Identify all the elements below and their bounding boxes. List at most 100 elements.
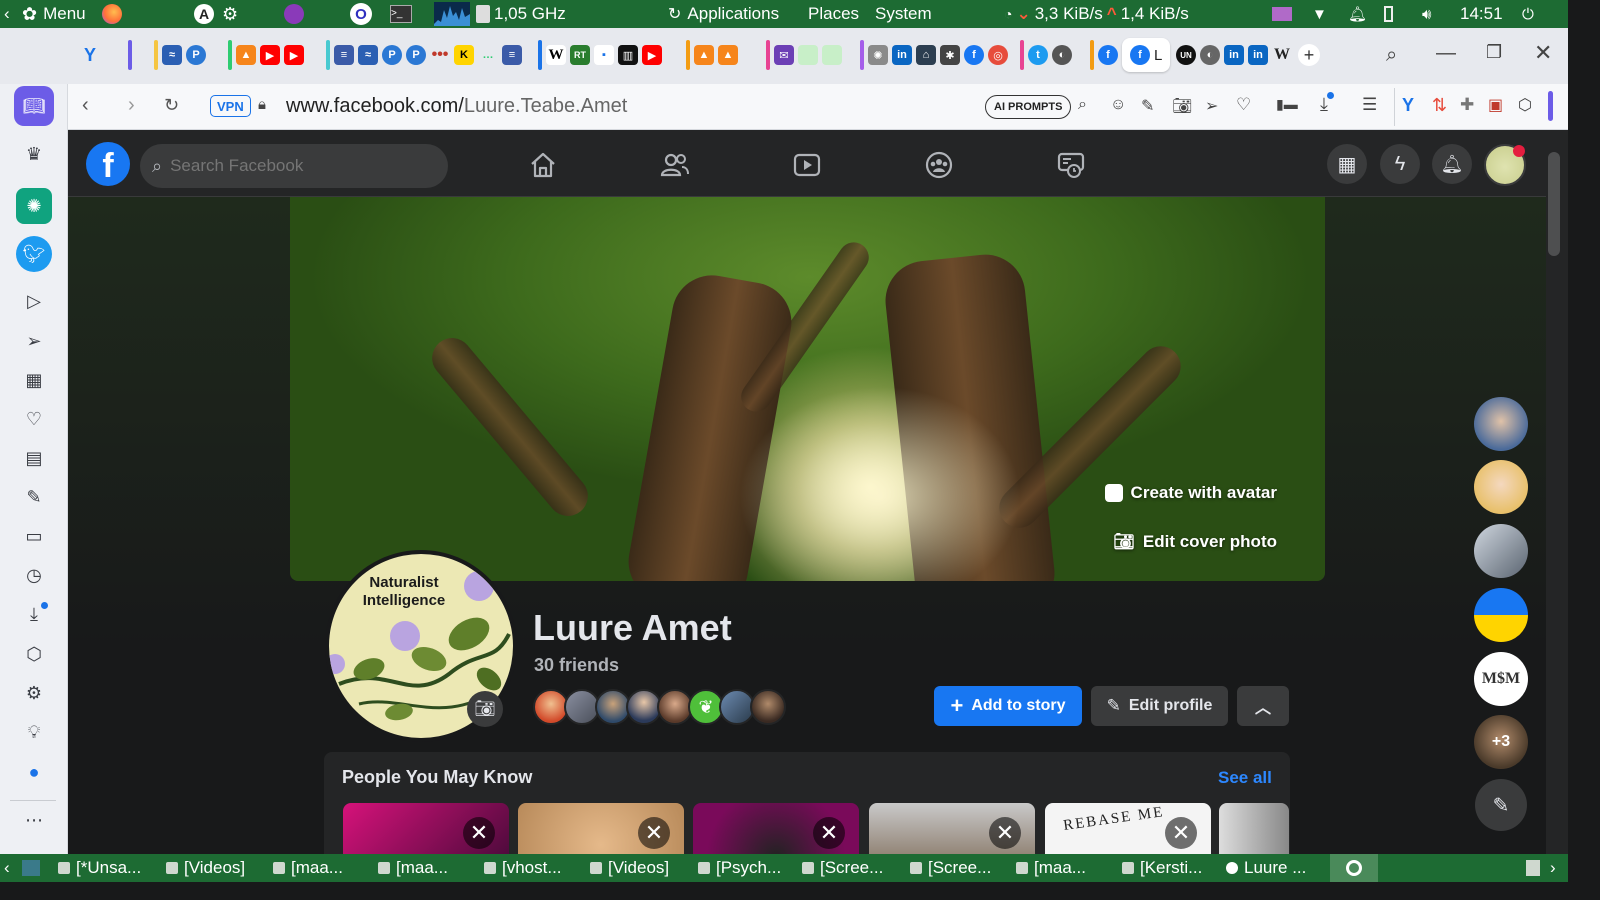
launcher-a-icon[interactable]: A [194, 0, 214, 28]
groups-icon[interactable] [924, 150, 954, 180]
tab-icon[interactable] [822, 45, 842, 65]
chatgpt-icon[interactable]: ✺ [16, 188, 52, 224]
add-to-story-button[interactable]: + Add to story [934, 686, 1082, 726]
tab-group-5[interactable]: ≡ ≈ P P ••• K … ≡ [326, 36, 522, 74]
tab-icon[interactable]: … [478, 45, 498, 65]
facebook-tab-icon[interactable]: f [964, 45, 984, 65]
see-all-link[interactable]: See all [1218, 768, 1272, 788]
friends-icon[interactable] [660, 150, 690, 180]
taskbar-item[interactable]: [maa... [1016, 854, 1086, 882]
news-icon[interactable]: ▤ [20, 444, 48, 472]
sidebar-toggle[interactable] [1548, 91, 1553, 121]
collapse-suggestions-button[interactable]: ︿ [1237, 686, 1289, 726]
youtube-tab-icon[interactable]: ▶ [260, 45, 280, 65]
player-icon[interactable]: ▷ [20, 287, 48, 315]
notification-bell-icon[interactable]: 🔔︎ [1348, 0, 1367, 28]
edit-cover-photo-button[interactable]: 📷︎ Edit cover photo [1113, 532, 1277, 552]
network-manager-icon[interactable]: ▼ [1312, 0, 1327, 28]
send-icon[interactable]: ➢ [20, 327, 48, 355]
taskbar-item[interactable]: [vhost... [484, 854, 562, 882]
menu-grid-button[interactable]: ▦ [1327, 144, 1367, 184]
gaming-icon[interactable] [1056, 150, 1086, 180]
extensions-cube-icon[interactable]: ⬡ [1518, 95, 1532, 115]
panel-left-arrow[interactable]: ‹ [4, 0, 10, 28]
close-window-icon[interactable]: ✕ [1534, 40, 1552, 66]
tab-icon[interactable]: ◐ [1200, 45, 1220, 65]
tab-icon[interactable]: P [186, 45, 206, 65]
url-field[interactable]: www.facebook.com/Luure.Teabe.Amet [286, 95, 627, 118]
restore-window-icon[interactable]: ❐ [1486, 42, 1502, 63]
contact-avatar[interactable]: M$M [1474, 652, 1528, 706]
taskbar-left-arrow[interactable]: ‹ [4, 854, 10, 882]
dismiss-close-icon[interactable]: ✕ [813, 817, 845, 849]
taskbar-item-active[interactable]: Luure ... [1226, 854, 1306, 882]
taskbar-item[interactable]: [Scree... [910, 854, 991, 882]
tab-group-3[interactable]: ≈ P [154, 36, 206, 74]
tab-group-4[interactable]: ▲ ▶ ▶ [228, 36, 304, 74]
pymk-person-card[interactable]: ✕ [693, 803, 859, 854]
tab-icon[interactable]: P [406, 45, 426, 65]
lock-icon[interactable]: 🔒︎ [258, 96, 266, 113]
linkedin-tab-icon[interactable]: in [1248, 45, 1268, 65]
back-icon[interactable]: ‹ [82, 94, 89, 117]
yandex-tab-icon[interactable]: Y [80, 45, 100, 65]
tab-icon[interactable]: ≈ [358, 45, 378, 65]
tab-icon[interactable]: K [454, 45, 474, 65]
tab-icon[interactable]: P [382, 45, 402, 65]
create-with-avatar-button[interactable]: Create with avatar [1104, 483, 1277, 503]
scrollbar-thumb[interactable] [1548, 152, 1560, 256]
twitter-icon[interactable]: 🐦︎ [16, 236, 52, 272]
tab-icon[interactable]: ⌂ [916, 45, 936, 65]
system-menu[interactable]: System [875, 0, 932, 28]
wikipedia-tab-icon[interactable]: W [1272, 45, 1292, 65]
battery-icon[interactable] [1384, 0, 1393, 28]
metamask-tab-icon[interactable]: ▲ [694, 45, 714, 65]
dismiss-close-icon[interactable]: ✕ [638, 817, 670, 849]
pymk-person-card[interactable]: REBASE ME ✕ [1045, 803, 1211, 854]
chat-bubble-icon[interactable]: ● [20, 758, 48, 786]
extension-icon[interactable]: ▣ [1488, 95, 1503, 115]
system-monitor-icon[interactable] [1272, 0, 1292, 28]
tab-group-11[interactable]: f f L [1090, 36, 1171, 74]
dismiss-close-icon[interactable]: ✕ [989, 817, 1021, 849]
dismiss-close-icon[interactable]: ✕ [1165, 817, 1197, 849]
minimize-window-icon[interactable]: — [1436, 42, 1456, 65]
twitter-tab-icon[interactable]: t [1028, 45, 1048, 65]
applications-menu[interactable]: ↻ Applications [668, 0, 779, 28]
network-speed-applet[interactable]: ◔ ⌄ 3,3 KiB/s ^ 1,4 KiB/s [1004, 0, 1189, 28]
tab-group-9[interactable]: ✺ in ⌂ ✱ f ◎ [860, 36, 1008, 74]
youtube-tab-icon[interactable]: ▶ [284, 45, 304, 65]
lightbulb-icon[interactable]: 💡︎ [20, 718, 48, 746]
taskbar-item[interactable]: [Scree... [802, 854, 883, 882]
forward-icon[interactable]: › [128, 94, 135, 117]
tab-icon[interactable]: ≈ [162, 45, 182, 65]
bookmark-heart-icon[interactable]: ♡ [1236, 95, 1251, 115]
tabs-icon[interactable]: ▭ [20, 522, 48, 550]
more-contacts-button[interactable]: +3 [1474, 715, 1528, 769]
tab-group-6[interactable]: W RT ▪ ▥ ▶ [538, 36, 662, 74]
search-page-icon[interactable]: ⌕ [1078, 96, 1087, 114]
pinboard-icon[interactable]: ✎ [20, 483, 48, 511]
page-scrollbar[interactable] [1546, 130, 1568, 854]
tab-icon[interactable] [798, 45, 818, 65]
youtube-tab-icon[interactable]: ▶ [642, 45, 662, 65]
tab-group-8[interactable]: ✉ [766, 36, 842, 74]
settings-gear-icon[interactable]: ⚙ [20, 679, 48, 707]
places-menu[interactable]: Places [808, 0, 859, 28]
crown-icon[interactable]: ♛ [20, 140, 48, 168]
tab-icon[interactable]: ▪ [594, 45, 614, 65]
power-icon[interactable]: ⏻ [1522, 0, 1534, 28]
messenger-button[interactable]: ϟ [1380, 144, 1420, 184]
contact-avatar[interactable] [1474, 397, 1528, 451]
download-icon[interactable]: ⤓ [1320, 92, 1334, 115]
yandex-extension-icon[interactable]: Y [1402, 95, 1414, 116]
ai-prompts-button[interactable]: AI PROMPTS [985, 95, 1072, 119]
tab-icon[interactable]: RT [570, 45, 590, 65]
tab-group-1[interactable]: Y [80, 36, 100, 74]
tab-group-7[interactable]: ▲ ▲ [686, 36, 738, 74]
taskbar-item[interactable]: [maa... [378, 854, 448, 882]
send-icon[interactable]: ➢ [1205, 96, 1218, 116]
trash-icon[interactable] [1526, 854, 1540, 882]
linkedin-tab-icon[interactable]: in [1224, 45, 1244, 65]
pymk-person-card[interactable]: ✕ [518, 803, 684, 854]
